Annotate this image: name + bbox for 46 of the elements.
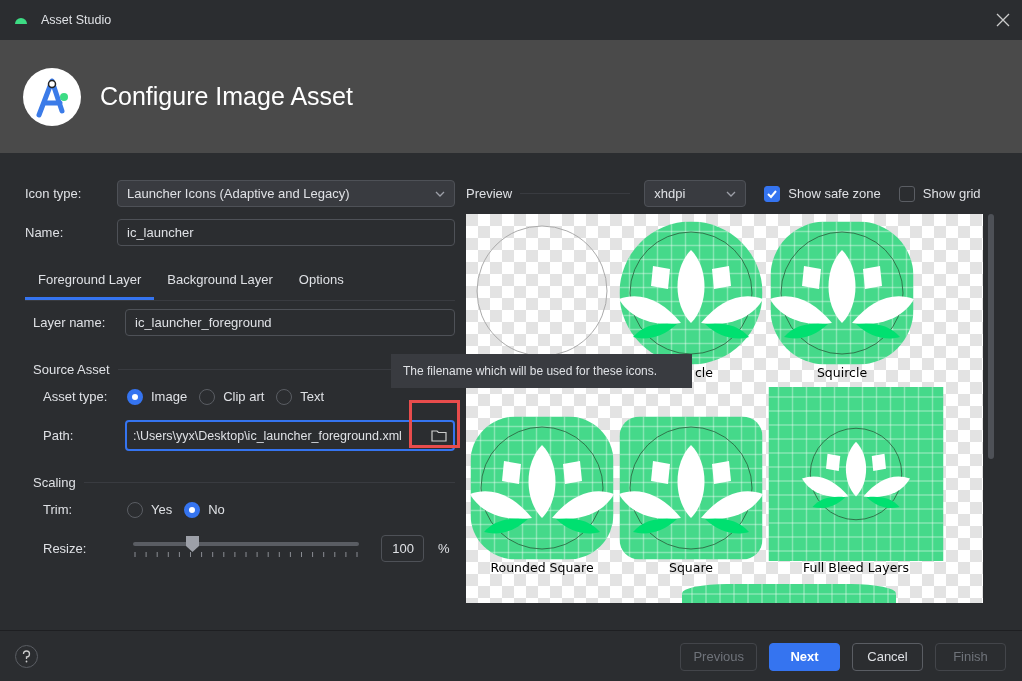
highlight-frame [409,400,460,448]
section-title: Scaling [33,475,76,490]
shape-label: Rounded Square [490,560,594,575]
dialog-button[interactable]: Cancel [852,642,923,671]
scrollbar[interactable] [986,214,996,459]
field-label: Path: [43,428,75,443]
chevron-down-icon [435,190,445,197]
section-title: Source Asset [33,362,110,377]
slider-thumb[interactable] [185,535,199,552]
radio-option[interactable]: No [184,501,225,518]
compass-logo-icon [22,66,82,127]
radio-option[interactable]: Text [276,388,325,405]
tab[interactable]: Background Layer [154,263,286,300]
shape-label: cle [695,365,714,380]
field-label: Layer name: [33,315,107,330]
shape-label: Full Bleed Layers [802,560,910,575]
field-label: Name: [25,225,65,240]
android-icon [15,16,27,24]
checkbox[interactable]: Show grid [898,185,981,202]
shape-label: Squircle [816,365,868,380]
tooltip: The filename which will be used for these icons. [391,354,692,388]
tab[interactable]: Foreground Layer [25,263,155,300]
radio-option[interactable]: Image [127,388,188,405]
field-label: Icon type: [25,186,83,201]
folder-icon[interactable] [431,429,447,442]
checkbox[interactable]: Show safe zone [764,185,881,202]
unit-label: % [438,541,450,556]
shape-label: Square [669,560,713,575]
resize-value-field[interactable]: 100 [381,535,424,562]
tab[interactable]: Options [285,263,357,300]
name-field[interactable]: ic_launcher [117,219,455,246]
layer-name-field[interactable]: ic_launcher_foreground [125,309,455,336]
field-label: Resize: [43,541,88,556]
radio-option[interactable]: Yes [127,501,173,518]
density-dropdown[interactable]: xhdpi [644,180,747,207]
section-title: Preview [466,186,513,201]
chevron-down-icon [726,190,737,197]
path-field[interactable]: :\Users\yyx\Desktop\ic_launcher_foreground.xml [125,420,455,451]
field-label: Asset type: [43,389,109,404]
window-title: Asset Studio [41,13,113,27]
radio-option[interactable]: Clip art [199,388,265,405]
page-heading: Configure Image Asset [100,82,353,111]
close-icon[interactable] [996,13,1010,27]
dialog-button[interactable]: Next [769,642,840,671]
field-label: Trim: [43,502,74,517]
icon-type-dropdown[interactable]: Launcher Icons (Adaptive and Legacy) [117,180,455,207]
